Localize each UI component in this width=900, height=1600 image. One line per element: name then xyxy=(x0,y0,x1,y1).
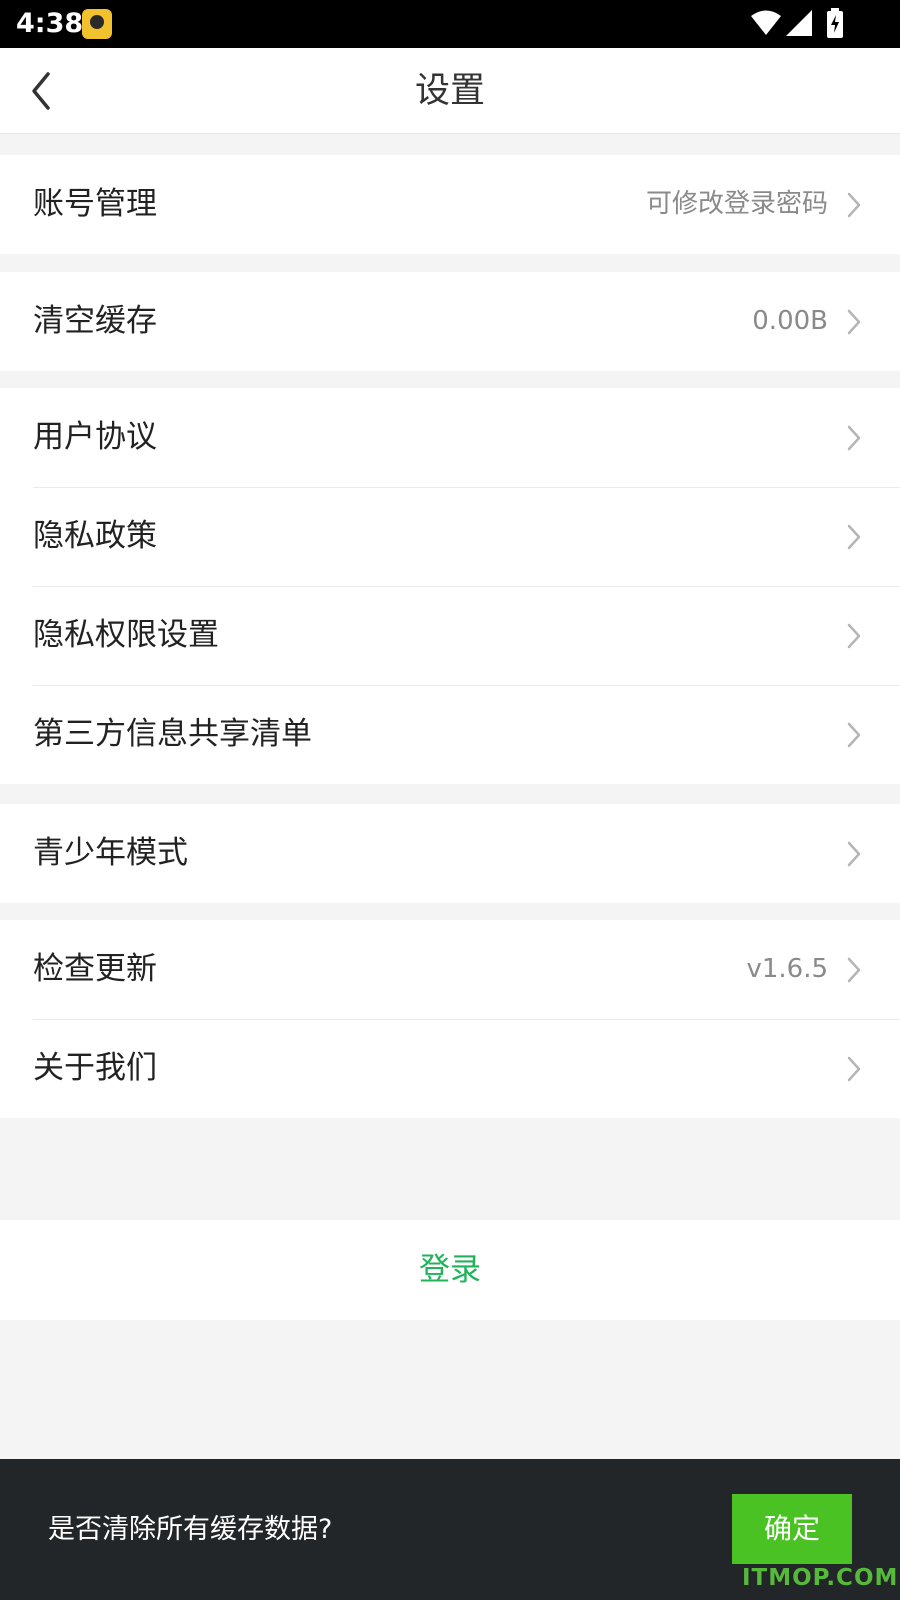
battery-charging-icon xyxy=(827,8,843,38)
chevron-right-icon xyxy=(847,192,861,218)
about-us-row[interactable]: 关于我们 xyxy=(0,1019,900,1118)
row-label: 清空缓存 xyxy=(33,303,157,339)
third-party-sharing-list-row[interactable]: 第三方信息共享清单 xyxy=(0,685,900,784)
row-label: 检查更新 xyxy=(33,951,157,987)
confirm-button[interactable]: 确定 xyxy=(732,1494,852,1564)
signal-icon xyxy=(786,10,812,36)
row-label: 青少年模式 xyxy=(33,835,188,871)
chevron-right-icon xyxy=(847,957,861,983)
settings-group-youth: 青少年模式 xyxy=(0,804,900,903)
settings-group-legal: 用户协议 隐私政策 隐私权限设置 第三方信息共享清单 xyxy=(0,388,900,784)
settings-group-about: 检查更新 v1.6.5 关于我们 xyxy=(0,920,900,1118)
chevron-right-icon xyxy=(847,425,861,451)
chevron-right-icon xyxy=(847,1056,861,1082)
cache-size-value: 0.00B xyxy=(752,306,828,336)
page-title: 设置 xyxy=(414,71,485,111)
snackbar-message: 是否清除所有缓存数据? xyxy=(48,1514,333,1545)
app-notification-icon xyxy=(82,9,112,39)
status-bar: 4:38 xyxy=(0,0,900,48)
row-label: 隐私权限设置 xyxy=(33,617,219,653)
chevron-right-icon xyxy=(847,524,861,550)
top-app-bar: 设置 xyxy=(0,48,900,134)
clear-cache-row[interactable]: 清空缓存 0.00B xyxy=(0,272,900,371)
row-label: 账号管理 xyxy=(33,186,157,222)
watermark: ITMOP.COM xyxy=(742,1565,899,1591)
settings-group-account: 账号管理 可修改登录密码 xyxy=(0,155,900,254)
wifi-icon xyxy=(751,10,781,35)
chevron-right-icon xyxy=(847,623,861,649)
row-label: 隐私政策 xyxy=(33,518,157,554)
privacy-permission-settings-row[interactable]: 隐私权限设置 xyxy=(0,586,900,685)
chevron-right-icon xyxy=(847,722,861,748)
row-value: 可修改登录密码 xyxy=(645,189,828,219)
row-label: 关于我们 xyxy=(33,1050,157,1086)
settings-group-cache: 清空缓存 0.00B xyxy=(0,272,900,371)
privacy-policy-row[interactable]: 隐私政策 xyxy=(0,487,900,586)
status-time: 4:38 xyxy=(16,8,84,39)
chevron-right-icon xyxy=(847,841,861,867)
row-label: 用户协议 xyxy=(33,419,157,455)
row-label: 第三方信息共享清单 xyxy=(33,716,312,752)
account-management-row[interactable]: 账号管理 可修改登录密码 xyxy=(0,155,900,254)
check-update-row[interactable]: 检查更新 v1.6.5 xyxy=(0,920,900,1019)
user-agreement-row[interactable]: 用户协议 xyxy=(0,388,900,487)
version-value: v1.6.5 xyxy=(746,954,828,984)
chevron-right-icon xyxy=(847,309,861,335)
login-button[interactable]: 登录 xyxy=(0,1220,900,1320)
youth-mode-row[interactable]: 青少年模式 xyxy=(0,804,900,903)
